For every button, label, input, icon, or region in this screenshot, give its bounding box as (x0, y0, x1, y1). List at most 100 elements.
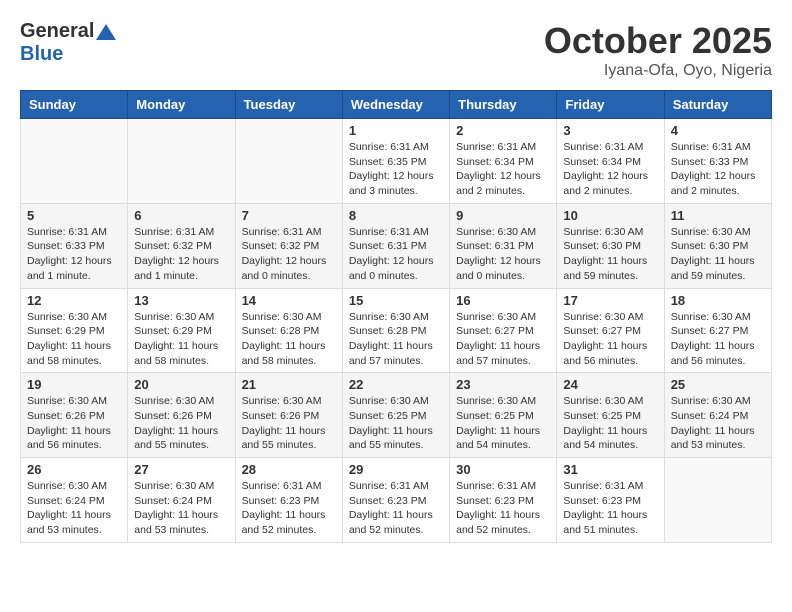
day-info: Sunrise: 6:31 AM Sunset: 6:23 PM Dayligh… (456, 479, 550, 538)
table-row: 19Sunrise: 6:30 AM Sunset: 6:26 PM Dayli… (21, 373, 128, 458)
logo: General Blue (20, 20, 116, 66)
day-number: 5 (27, 208, 121, 223)
table-row: 3 Sunrise: 6:31 AM Sunset: 6:34 PM Daylig… (557, 119, 664, 204)
title-section: October 2025 Iyana-Ofa, Oyo, Nigeria (544, 20, 772, 80)
calendar-week-row: 26 Sunrise: 6:30 AM Sunset: 6:24 PM Dayli… (21, 458, 772, 543)
day-number: 14 (242, 293, 336, 308)
location-title: Iyana-Ofa, Oyo, Nigeria (544, 62, 772, 80)
logo-blue-text: Blue (20, 43, 63, 66)
table-row: 12Sunrise: 6:30 AM Sunset: 6:29 PM Dayli… (21, 288, 128, 373)
day-info: Sunrise: 6:30 AM Sunset: 6:27 PM Dayligh… (456, 310, 550, 369)
day-number: 13 (134, 293, 228, 308)
day-info: Sunrise: 6:30 AM Sunset: 6:27 PM Dayligh… (671, 310, 765, 369)
table-row: 29 Sunrise: 6:31 AM Sunset: 6:23 PM Dayli… (342, 458, 449, 543)
table-row: 18 Sunrise: 6:30 AM Sunset: 6:27 PM Dayli… (664, 288, 771, 373)
day-number: 29 (349, 462, 443, 477)
day-info: Sunrise: 6:31 AM Sunset: 6:32 PM Dayligh… (242, 225, 336, 284)
day-number: 25 (671, 377, 765, 392)
day-info: Sunrise: 6:30 AM Sunset: 6:26 PM Dayligh… (242, 394, 336, 453)
day-info: Sunrise: 6:31 AM Sunset: 6:23 PM Dayligh… (563, 479, 657, 538)
table-row: 6Sunrise: 6:31 AM Sunset: 6:32 PM Daylig… (128, 203, 235, 288)
day-number: 18 (671, 293, 765, 308)
day-info: Sunrise: 6:30 AM Sunset: 6:24 PM Dayligh… (27, 479, 121, 538)
col-monday: Monday (128, 91, 235, 119)
day-number: 31 (563, 462, 657, 477)
table-row (21, 119, 128, 204)
table-row: 31 Sunrise: 6:31 AM Sunset: 6:23 PM Dayli… (557, 458, 664, 543)
day-number: 12 (27, 293, 121, 308)
day-info: Sunrise: 6:31 AM Sunset: 6:34 PM Dayligh… (456, 140, 550, 199)
col-saturday: Saturday (664, 91, 771, 119)
day-info: Sunrise: 6:30 AM Sunset: 6:27 PM Dayligh… (563, 310, 657, 369)
table-row: 21 Sunrise: 6:30 AM Sunset: 6:26 PM Dayli… (235, 373, 342, 458)
calendar-header-row: Sunday Monday Tuesday Wednesday Thursday… (21, 91, 772, 119)
table-row: 20 Sunrise: 6:30 AM Sunset: 6:26 PM Dayli… (128, 373, 235, 458)
day-number: 17 (563, 293, 657, 308)
table-row: 25 Sunrise: 6:30 AM Sunset: 6:24 PM Dayli… (664, 373, 771, 458)
day-info: Sunrise: 6:30 AM Sunset: 6:25 PM Dayligh… (563, 394, 657, 453)
day-number: 21 (242, 377, 336, 392)
calendar-week-row: 5 Sunrise: 6:31 AM Sunset: 6:33 PM Daylig… (21, 203, 772, 288)
day-info: Sunrise: 6:30 AM Sunset: 6:26 PM Dayligh… (134, 394, 228, 453)
table-row: 28Sunrise: 6:31 AM Sunset: 6:23 PM Dayli… (235, 458, 342, 543)
day-info: Sunrise: 6:30 AM Sunset: 6:28 PM Dayligh… (242, 310, 336, 369)
day-number: 24 (563, 377, 657, 392)
logo-general-text: General (20, 20, 94, 43)
day-number: 7 (242, 208, 336, 223)
table-row: 1 Sunrise: 6:31 AM Sunset: 6:35 PM Daylig… (342, 119, 449, 204)
table-row (235, 119, 342, 204)
day-info: Sunrise: 6:31 AM Sunset: 6:33 PM Dayligh… (671, 140, 765, 199)
calendar: Sunday Monday Tuesday Wednesday Thursday… (20, 90, 772, 543)
day-number: 2 (456, 123, 550, 138)
table-row: 8 Sunrise: 6:31 AM Sunset: 6:31 PM Daylig… (342, 203, 449, 288)
day-info: Sunrise: 6:30 AM Sunset: 6:29 PM Dayligh… (134, 310, 228, 369)
day-number: 20 (134, 377, 228, 392)
day-number: 30 (456, 462, 550, 477)
table-row: 17 Sunrise: 6:30 AM Sunset: 6:27 PM Dayli… (557, 288, 664, 373)
col-sunday: Sunday (21, 91, 128, 119)
table-row: 11Sunrise: 6:30 AM Sunset: 6:30 PM Dayli… (664, 203, 771, 288)
day-info: Sunrise: 6:30 AM Sunset: 6:24 PM Dayligh… (134, 479, 228, 538)
table-row: 15Sunrise: 6:30 AM Sunset: 6:28 PM Dayli… (342, 288, 449, 373)
header: General Blue October 2025 Iyana-Ofa, Oyo… (20, 20, 772, 80)
day-info: Sunrise: 6:30 AM Sunset: 6:25 PM Dayligh… (456, 394, 550, 453)
table-row (128, 119, 235, 204)
day-number: 28 (242, 462, 336, 477)
col-tuesday: Tuesday (235, 91, 342, 119)
month-title: October 2025 (544, 20, 772, 62)
day-info: Sunrise: 6:30 AM Sunset: 6:26 PM Dayligh… (27, 394, 121, 453)
day-info: Sunrise: 6:31 AM Sunset: 6:33 PM Dayligh… (27, 225, 121, 284)
day-info: Sunrise: 6:31 AM Sunset: 6:31 PM Dayligh… (349, 225, 443, 284)
day-info: Sunrise: 6:31 AM Sunset: 6:35 PM Dayligh… (349, 140, 443, 199)
day-info: Sunrise: 6:31 AM Sunset: 6:23 PM Dayligh… (349, 479, 443, 538)
table-row: 26 Sunrise: 6:30 AM Sunset: 6:24 PM Dayli… (21, 458, 128, 543)
day-number: 22 (349, 377, 443, 392)
day-number: 15 (349, 293, 443, 308)
day-number: 3 (563, 123, 657, 138)
page: General Blue October 2025 Iyana-Ofa, Oyo… (0, 0, 792, 553)
calendar-week-row: 12 Sunrise: 6:30 AM Sunset: 6:29 PM Dayli… (21, 288, 772, 373)
day-info: Sunrise: 6:31 AM Sunset: 6:34 PM Dayligh… (563, 140, 657, 199)
day-number: 23 (456, 377, 550, 392)
day-info: Sunrise: 6:30 AM Sunset: 6:30 PM Dayligh… (563, 225, 657, 284)
col-wednesday: Wednesday (342, 91, 449, 119)
col-thursday: Thursday (450, 91, 557, 119)
table-row: 4 Sunrise: 6:31 AM Sunset: 6:33 PM Daylig… (664, 119, 771, 204)
table-row: 23 Sunrise: 6:30 AM Sunset: 6:25 PM Dayli… (450, 373, 557, 458)
day-number: 4 (671, 123, 765, 138)
day-number: 8 (349, 208, 443, 223)
day-number: 26 (27, 462, 121, 477)
day-info: Sunrise: 6:30 AM Sunset: 6:31 PM Dayligh… (456, 225, 550, 284)
day-info: Sunrise: 6:30 AM Sunset: 6:24 PM Dayligh… (671, 394, 765, 453)
logo-icon (96, 24, 116, 40)
day-info: Sunrise: 6:30 AM Sunset: 6:25 PM Dayligh… (349, 394, 443, 453)
table-row (664, 458, 771, 543)
table-row: 5 Sunrise: 6:31 AM Sunset: 6:33 PM Daylig… (21, 203, 128, 288)
table-row: 27Sunrise: 6:30 AM Sunset: 6:24 PM Dayli… (128, 458, 235, 543)
calendar-week-row: 1 Sunrise: 6:31 AM Sunset: 6:35 PM Daylig… (21, 119, 772, 204)
day-number: 1 (349, 123, 443, 138)
day-number: 11 (671, 208, 765, 223)
table-row: 13 Sunrise: 6:30 AM Sunset: 6:29 PM Dayli… (128, 288, 235, 373)
table-row: 14 Sunrise: 6:30 AM Sunset: 6:28 PM Dayli… (235, 288, 342, 373)
day-number: 16 (456, 293, 550, 308)
